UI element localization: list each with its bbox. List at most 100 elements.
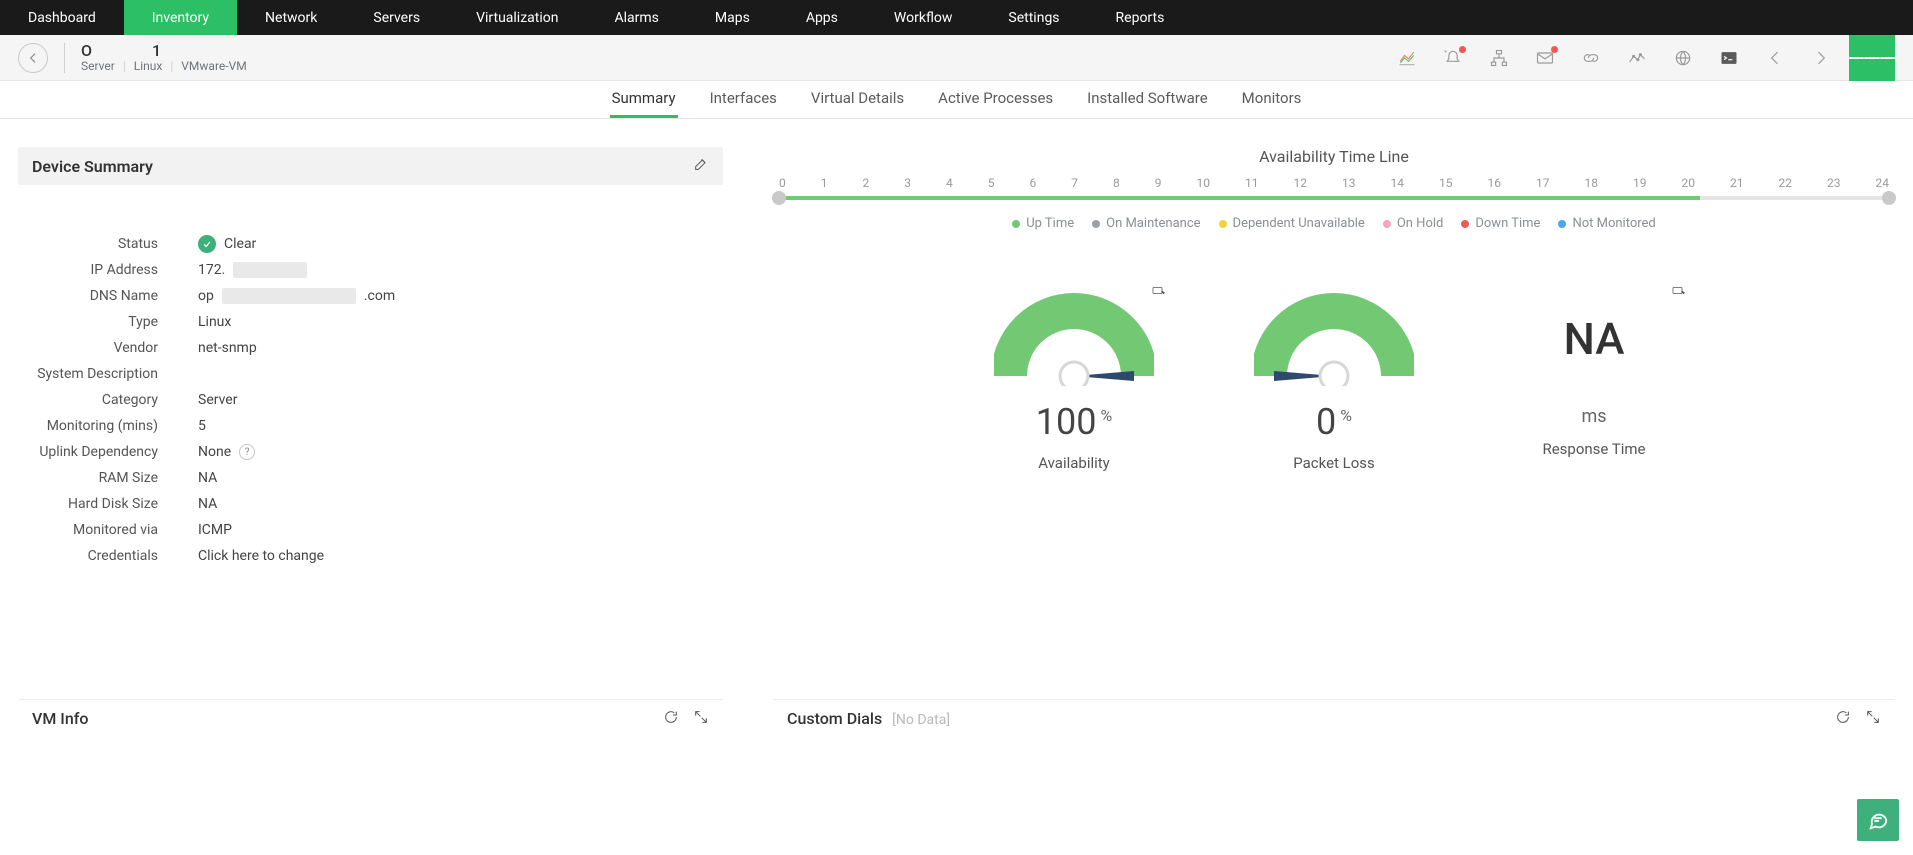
gauge-packetloss-unit: % [1340,408,1352,424]
subtab-bar: Summary Interfaces Virtual Details Activ… [0,81,1913,119]
value-ram: NA [198,470,217,486]
nav-apps[interactable]: Apps [778,0,866,35]
value-uplink: None [198,444,231,460]
prev-icon[interactable] [1765,48,1785,68]
device-summary-table: Status Clear IP Address 172. DNS Name op… [18,231,723,569]
nav-reports[interactable]: Reports [1088,0,1193,35]
gauge-responsetime-value: NA [1564,313,1625,365]
link-icon[interactable] [1581,48,1601,68]
timeline-tick: 2 [863,176,870,190]
legend-dot-icon [1558,220,1566,228]
timeline-legend-item: On Maintenance [1092,216,1200,231]
nav-servers[interactable]: Servers [345,0,448,35]
timeline-tick: 13 [1342,176,1356,190]
tab-virtual-details[interactable]: Virtual Details [809,89,906,118]
timeline-legend-item: On Hold [1383,216,1444,231]
tab-summary[interactable]: Summary [610,89,678,118]
value-hd: NA [198,496,217,512]
timeline-handle-end[interactable] [1882,191,1896,205]
nav-alarms[interactable]: Alarms [586,0,686,35]
timeline-tick: 10 [1197,176,1211,190]
edit-icon[interactable] [693,156,709,176]
gauge-responsetime: NA ms Response Time [1494,291,1694,472]
tab-monitors[interactable]: Monitors [1240,89,1304,118]
gauge-responsetime-label: Response Time [1494,440,1694,458]
value-vendor: net-snmp [198,340,257,356]
label-ip: IP Address [18,262,198,278]
refresh-icon[interactable] [663,709,679,729]
topology-icon[interactable] [1489,48,1509,68]
value-type: Linux [198,314,231,330]
legend-label: Up Time [1026,216,1074,231]
label-ram: RAM Size [18,470,198,486]
tab-active-processes[interactable]: Active Processes [936,89,1055,118]
chat-button[interactable] [1857,799,1899,841]
header-icon-toolbar [1397,48,1841,68]
timeline-tick: 12 [1294,176,1308,190]
nav-network[interactable]: Network [237,0,345,35]
value-dns-suffix: .com [364,288,395,304]
gauge-availability-unit: % [1100,408,1112,424]
gauges-row: 100% Availability 0% Packet Loss [773,291,1895,472]
legend-label: Down Time [1475,216,1540,231]
expand-icon[interactable] [1865,709,1881,729]
legend-label: Dependent Unavailable [1233,216,1365,231]
nav-dashboard[interactable]: Dashboard [0,0,124,35]
label-credentials: Credentials [18,548,198,564]
label-hd: Hard Disk Size [18,496,198,512]
timeline-legend-item: Dependent Unavailable [1219,216,1365,231]
device-name: O1 [81,42,247,60]
label-dns: DNS Name [18,288,198,304]
gauge-packetloss: 0% Packet Loss [1234,291,1434,472]
device-summary-title: Device Summary [32,157,153,176]
timeline-ticks: 0123456789101112131415161718192021222324 [773,176,1895,190]
nav-virtualization[interactable]: Virtualization [448,0,586,35]
legend-label: Not Monitored [1572,216,1655,231]
tab-interfaces[interactable]: Interfaces [708,89,779,118]
label-monitoring: Monitoring (mins) [18,418,198,434]
globe-icon[interactable] [1673,48,1693,68]
nav-workflow[interactable]: Workflow [866,0,981,35]
timeline-tick: 7 [1071,176,1078,190]
timeline-tick: 22 [1779,176,1793,190]
legend-dot-icon [1219,220,1227,228]
value-category: Server [198,392,237,408]
timeline-tick: 19 [1633,176,1647,190]
custom-dials-title: Custom Dials [787,709,882,728]
timeline-tick: 16 [1488,176,1502,190]
hamburger-button[interactable] [1849,35,1895,81]
credentials-change-link[interactable]: Click here to change [198,548,324,564]
timeline-tick: 11 [1245,176,1259,190]
alarm-icon[interactable] [1443,48,1463,68]
next-icon[interactable] [1811,48,1831,68]
label-status: Status [18,236,198,252]
nav-inventory[interactable]: Inventory [124,0,237,35]
legend-dot-icon [1092,220,1100,228]
nav-maps[interactable]: Maps [687,0,778,35]
terminal-icon[interactable] [1719,48,1739,68]
mail-icon[interactable] [1535,48,1555,68]
uplink-help-icon[interactable]: ? [239,444,255,460]
label-uplink: Uplink Dependency [18,444,198,460]
gauge-packetloss-value: 0 [1316,404,1336,440]
device-title-block: O1 Server| Linux| VMware-VM [81,42,247,73]
tab-installed-software[interactable]: Installed Software [1085,89,1210,118]
vm-info-header: VM Info [18,699,723,737]
refresh-icon[interactable] [1835,709,1851,729]
timeline-handle-start[interactable] [772,191,786,205]
chart-icon[interactable] [1397,48,1417,68]
content-scroll[interactable]: Device Summary Status Clear IP Address 1… [0,119,1913,855]
nav-settings[interactable]: Settings [980,0,1087,35]
graph-icon[interactable] [1627,48,1647,68]
timeline-tick: 15 [1439,176,1453,190]
back-button[interactable] [18,43,48,73]
timeline-fill [779,196,1700,200]
timeline-bar[interactable] [779,196,1889,200]
status-clear-icon [198,235,216,253]
label-category: Category [18,392,198,408]
expand-icon[interactable] [693,709,709,729]
gauge-availability: 100% Availability [974,291,1174,472]
redacted-ip [233,262,307,278]
label-sysdesc: System Description [18,366,198,382]
timeline-legend-item: Up Time [1012,216,1074,231]
